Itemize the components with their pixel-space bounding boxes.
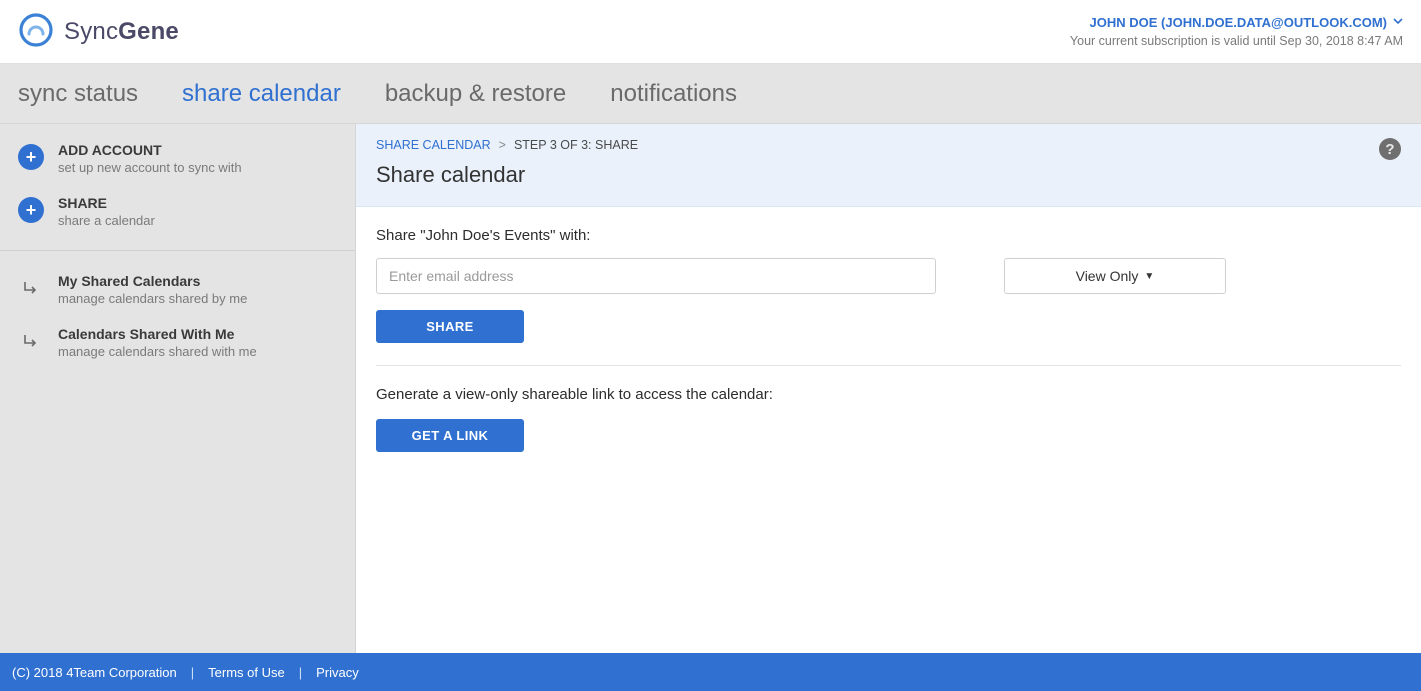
sidebar-item-add-account[interactable]: + ADD ACCOUNT set up new account to sync… bbox=[0, 132, 356, 185]
sidebar-item-sub: manage calendars shared with me bbox=[58, 344, 257, 359]
sidebar-item-my-shared[interactable]: My Shared Calendars manage calendars sha… bbox=[0, 263, 356, 316]
subscription-status: Your current subscription is valid until… bbox=[1070, 34, 1403, 48]
main-header: SHARE CALENDAR > STEP 3 OF 3: SHARE Shar… bbox=[356, 124, 1421, 207]
sidebar-item-title: ADD ACCOUNT bbox=[58, 142, 242, 158]
footer-separator: | bbox=[191, 665, 194, 680]
sidebar-item-sub: manage calendars shared by me bbox=[58, 291, 247, 306]
footer-terms-link[interactable]: Terms of Use bbox=[208, 665, 285, 680]
nav-tabs: sync status share calendar backup & rest… bbox=[0, 64, 1421, 124]
permission-dropdown[interactable]: View Only ▼ bbox=[1004, 258, 1226, 294]
body: + ADD ACCOUNT set up new account to sync… bbox=[0, 124, 1421, 653]
tab-backup-restore[interactable]: backup & restore bbox=[385, 80, 566, 108]
footer-separator: | bbox=[299, 665, 302, 680]
breadcrumb-link[interactable]: SHARE CALENDAR bbox=[376, 138, 491, 152]
sidebar-item-title: SHARE bbox=[58, 195, 155, 211]
caret-down-icon: ▼ bbox=[1144, 271, 1154, 282]
user-menu[interactable]: JOHN DOE (JOHN.DOE.DATA@OUTLOOK.COM) bbox=[1090, 15, 1403, 30]
share-button[interactable]: SHARE bbox=[376, 310, 524, 343]
tab-sync-status[interactable]: sync status bbox=[18, 80, 138, 108]
main-content: Share "John Doe's Events" with: View Onl… bbox=[356, 207, 1421, 653]
help-icon[interactable]: ? bbox=[1379, 138, 1401, 160]
sidebar-item-title: Calendars Shared With Me bbox=[58, 326, 257, 342]
logo[interactable]: SyncGene bbox=[18, 12, 179, 51]
sidebar-item-share[interactable]: + SHARE share a calendar bbox=[0, 185, 356, 238]
footer-copyright: (C) 2018 4Team Corporation bbox=[12, 665, 177, 680]
plus-icon: + bbox=[18, 144, 44, 170]
divider bbox=[376, 365, 1401, 366]
tab-notifications[interactable]: notifications bbox=[610, 80, 737, 108]
top-header: SyncGene JOHN DOE (JOHN.DOE.DATA@OUTLOOK… bbox=[0, 0, 1421, 64]
breadcrumb: SHARE CALENDAR > STEP 3 OF 3: SHARE bbox=[376, 138, 1401, 152]
sidebar-divider bbox=[0, 250, 356, 251]
permission-selected: View Only bbox=[1076, 268, 1139, 284]
sidebar-item-title: My Shared Calendars bbox=[58, 273, 247, 289]
page-title: Share calendar bbox=[376, 162, 1401, 188]
user-label: JOHN DOE (JOHN.DOE.DATA@OUTLOOK.COM) bbox=[1090, 15, 1387, 30]
logo-icon bbox=[18, 12, 54, 51]
shareable-link-label: Generate a view-only shareable link to a… bbox=[376, 386, 1401, 403]
sidebar-group-actions: + ADD ACCOUNT set up new account to sync… bbox=[0, 124, 356, 246]
sidebar-item-shared-with-me[interactable]: Calendars Shared With Me manage calendar… bbox=[0, 316, 356, 369]
breadcrumb-separator: > bbox=[499, 138, 506, 152]
subitem-arrow-icon bbox=[18, 275, 44, 301]
chevron-down-icon bbox=[1393, 16, 1403, 29]
share-row: View Only ▼ bbox=[376, 258, 1226, 294]
tab-share-calendar[interactable]: share calendar bbox=[182, 80, 341, 108]
breadcrumb-step: STEP 3 OF 3: SHARE bbox=[514, 138, 638, 152]
footer-privacy-link[interactable]: Privacy bbox=[316, 665, 359, 680]
get-link-button[interactable]: GET A LINK bbox=[376, 419, 524, 452]
header-user-block: JOHN DOE (JOHN.DOE.DATA@OUTLOOK.COM) You… bbox=[1070, 15, 1403, 48]
sidebar-item-sub: share a calendar bbox=[58, 213, 155, 228]
plus-icon: + bbox=[18, 197, 44, 223]
share-with-label: Share "John Doe's Events" with: bbox=[376, 227, 1401, 244]
main-panel: SHARE CALENDAR > STEP 3 OF 3: SHARE Shar… bbox=[356, 124, 1421, 653]
sidebar-group-shared: My Shared Calendars manage calendars sha… bbox=[0, 255, 356, 377]
sidebar: + ADD ACCOUNT set up new account to sync… bbox=[0, 124, 356, 653]
sidebar-item-sub: set up new account to sync with bbox=[58, 160, 242, 175]
email-input[interactable] bbox=[376, 258, 936, 294]
logo-text: SyncGene bbox=[64, 18, 179, 46]
subitem-arrow-icon bbox=[18, 328, 44, 354]
footer: (C) 2018 4Team Corporation | Terms of Us… bbox=[0, 653, 1421, 691]
